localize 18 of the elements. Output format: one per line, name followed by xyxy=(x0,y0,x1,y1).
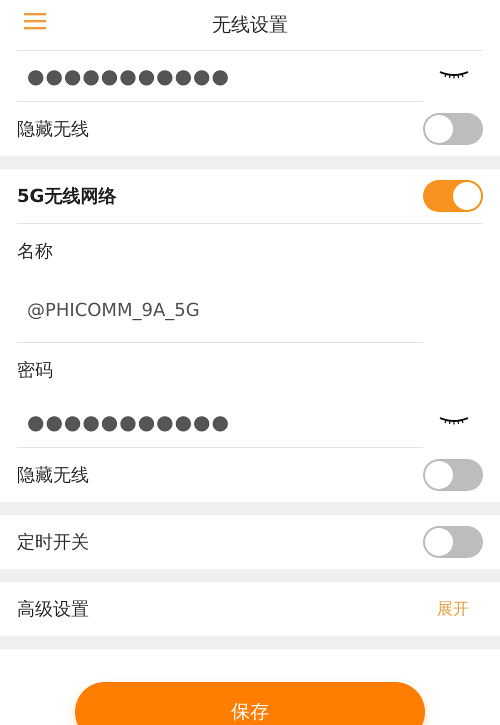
password-field[interactable]: ●●●●●●●●●●● xyxy=(17,410,230,434)
setting-label: 隐藏无线 xyxy=(17,464,89,487)
name-field[interactable]: @PHICOMM_9A_5G xyxy=(17,300,200,320)
closed-eye-icon[interactable] xyxy=(439,415,469,425)
menu-icon[interactable] xyxy=(24,12,46,30)
setting-label: 5G无线网络 xyxy=(17,185,116,208)
page-title: 无线设置 xyxy=(212,13,288,38)
password-field[interactable]: ●●●●●●●●●●● xyxy=(17,64,230,88)
toggle-switch[interactable] xyxy=(423,113,483,145)
setting-label: 高级设置 xyxy=(17,598,89,621)
field-label: 密码 xyxy=(17,359,53,382)
setting-label: 隐藏无线 xyxy=(17,118,89,141)
toggle-switch[interactable] xyxy=(423,459,483,491)
toggle-switch[interactable] xyxy=(423,526,483,558)
setting-label: 定时开关 xyxy=(17,531,89,554)
toggle-switch[interactable] xyxy=(423,180,483,212)
closed-eye-icon[interactable] xyxy=(439,69,469,79)
field-label: 名称 xyxy=(17,240,53,263)
